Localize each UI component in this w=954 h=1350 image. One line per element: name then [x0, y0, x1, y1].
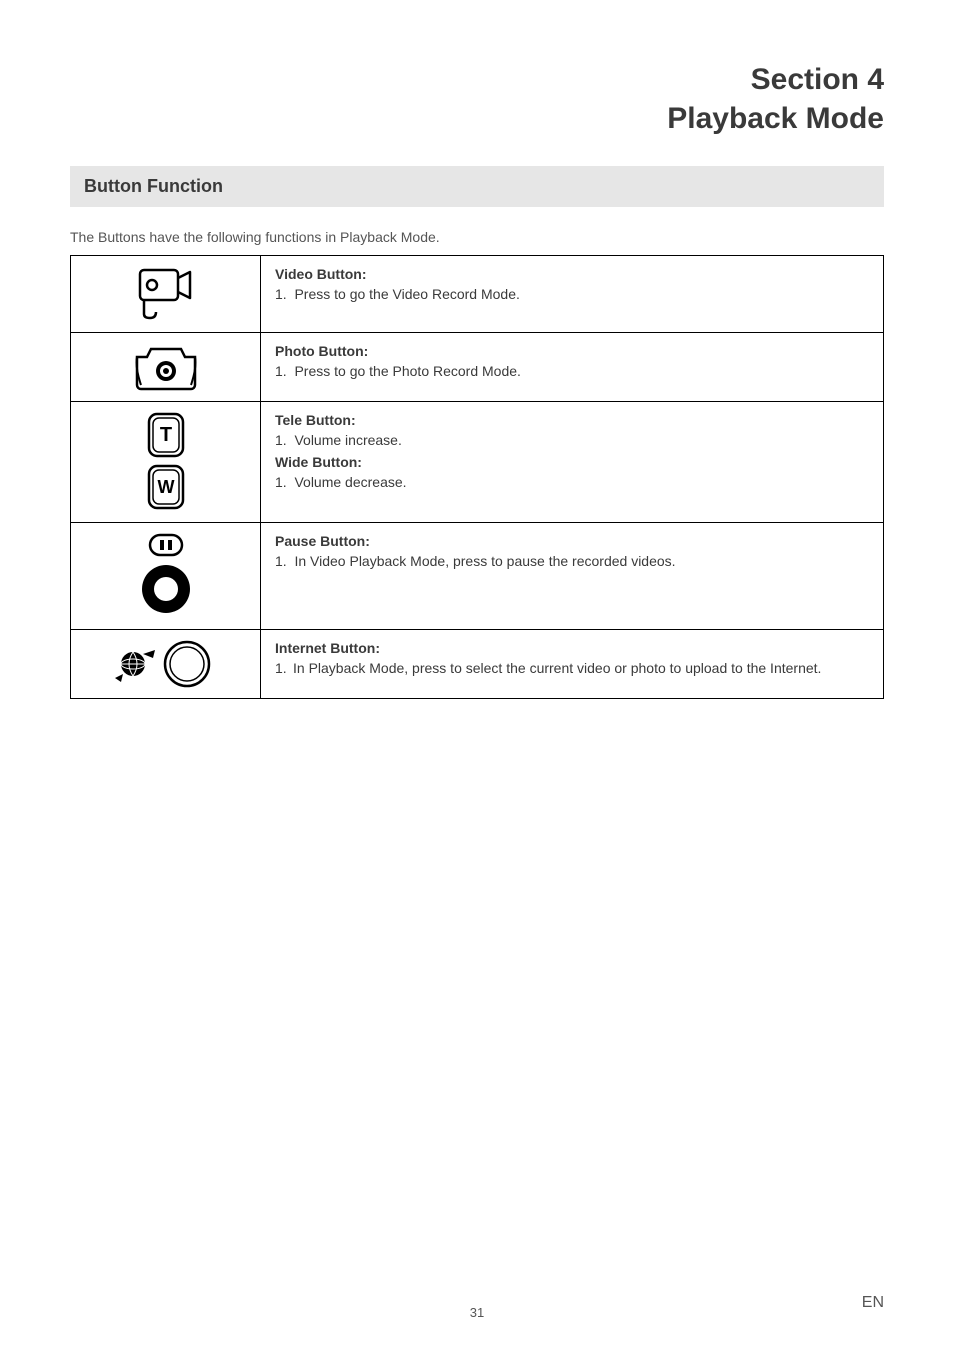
- item-no: 1.: [275, 432, 287, 448]
- heading: Video Button:: [275, 266, 869, 282]
- item-no: 1.: [275, 286, 287, 302]
- intro-text: The Buttons have the following functions…: [70, 229, 884, 245]
- item-text: Volume decrease.: [294, 474, 406, 490]
- item-no: 1.: [275, 474, 287, 490]
- table-row: Photo Button: 1. Press to go the Photo R…: [71, 333, 884, 402]
- page-number: 31: [0, 1305, 954, 1320]
- icon-cell: [71, 333, 261, 402]
- heading: Wide Button:: [275, 454, 869, 470]
- list-item: 1. Volume increase.: [275, 432, 869, 448]
- table-row: Pause Button: 1. In Video Playback Mode,…: [71, 523, 884, 630]
- page: Section 4 Playback Mode Button Function …: [0, 0, 954, 1350]
- lang-code: EN: [862, 1294, 884, 1312]
- table-row: Video Button: 1. Press to go the Video R…: [71, 256, 884, 333]
- desc-cell: Tele Button: 1. Volume increase. Wide Bu…: [261, 402, 884, 523]
- heading: Tele Button:: [275, 412, 869, 428]
- icon-cell: [71, 630, 261, 699]
- list-item: 1. In Playback Mode, press to select the…: [275, 660, 869, 676]
- table-row: Internet Button: 1. In Playback Mode, pr…: [71, 630, 884, 699]
- svg-text:T: T: [159, 424, 171, 446]
- photo-camera-icon: [133, 341, 199, 393]
- desc-cell: Pause Button: 1. In Video Playback Mode,…: [261, 523, 884, 630]
- heading: Internet Button:: [275, 640, 869, 656]
- tele-wide-icon: T W: [143, 410, 189, 514]
- video-camera-icon: [138, 264, 194, 324]
- item-text: Press to go the Video Record Mode.: [294, 286, 519, 302]
- desc-cell: Video Button: 1. Press to go the Video R…: [261, 256, 884, 333]
- table-row: T W Tele Button: 1. Volume increase. Wid…: [71, 402, 884, 523]
- item-no: 1.: [275, 553, 287, 569]
- svg-text:W: W: [157, 477, 174, 497]
- list-item: 1. Press to go the Photo Record Mode.: [275, 363, 869, 379]
- section-line: Section 4: [751, 63, 884, 96]
- buttons-table: Video Button: 1. Press to go the Video R…: [70, 255, 884, 699]
- subheading: Button Function: [70, 166, 884, 207]
- item-no: 1.: [275, 363, 287, 379]
- title-block: Section 4 Playback Mode: [70, 60, 884, 138]
- list-item: 1. Press to go the Video Record Mode.: [275, 286, 869, 302]
- icon-cell: [71, 256, 261, 333]
- item-text: Press to go the Photo Record Mode.: [294, 363, 520, 379]
- item-text: In Video Playback Mode, press to pause t…: [294, 553, 675, 569]
- icon-cell: T W: [71, 402, 261, 523]
- item-text: In Playback Mode, press to select the cu…: [293, 660, 821, 676]
- heading: Pause Button:: [275, 533, 869, 549]
- list-item: 1. In Video Playback Mode, press to paus…: [275, 553, 869, 569]
- pause-record-icon: [138, 531, 194, 621]
- list-item: 1. Volume decrease.: [275, 474, 869, 490]
- title-line: Playback Mode: [667, 102, 884, 135]
- heading: Photo Button:: [275, 343, 869, 359]
- internet-icon: [111, 638, 221, 690]
- desc-cell: Internet Button: 1. In Playback Mode, pr…: [261, 630, 884, 699]
- icon-cell: [71, 523, 261, 630]
- item-text: Volume increase.: [294, 432, 401, 448]
- item-no: 1.: [275, 660, 293, 676]
- desc-cell: Photo Button: 1. Press to go the Photo R…: [261, 333, 884, 402]
